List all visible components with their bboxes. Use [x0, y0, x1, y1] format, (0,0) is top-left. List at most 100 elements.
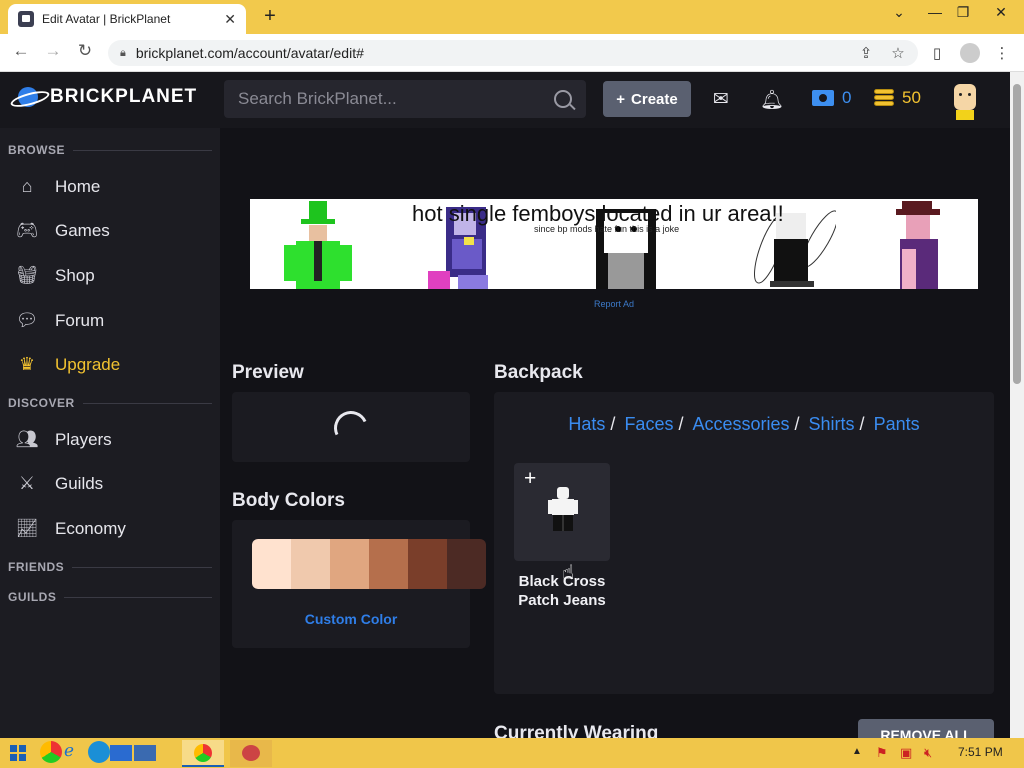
bookmark-star-icon[interactable]: ☆: [888, 44, 908, 62]
tab-accessories[interactable]: Accessories: [692, 414, 789, 435]
sidebar-item-games[interactable]: 🎮︎ Games: [14, 220, 214, 241]
bucks-icon: [812, 90, 834, 106]
lock-icon: 🔒︎: [120, 46, 126, 59]
add-item-icon[interactable]: +: [524, 467, 536, 491]
skin-swatch[interactable]: [447, 539, 486, 589]
user-avatar[interactable]: [948, 84, 982, 120]
tray-flag-icon[interactable]: ⚑: [876, 745, 888, 761]
backpack-heading: Backpack: [494, 362, 583, 383]
backpack-category-tabs: Hats / Faces / Accessories / Shirts / Pants: [494, 414, 994, 435]
taskbar-clock[interactable]: 7:51 PM: [958, 745, 1003, 759]
backpack-item-card[interactable]: +: [514, 463, 610, 561]
page-scrollbar[interactable]: [1010, 72, 1024, 738]
tab-separator: /: [859, 414, 865, 434]
create-label: Create: [631, 90, 678, 108]
side-panel-icon[interactable]: ▯: [927, 44, 947, 62]
browser-tab[interactable]: Edit Avatar | BrickPlanet ✕: [8, 4, 246, 34]
bits-balance[interactable]: 50: [874, 88, 921, 108]
recorder-taskbar-button[interactable]: [230, 740, 272, 767]
users-icon: 👥︎: [15, 429, 39, 449]
ad-character-green: [284, 201, 352, 289]
swords-icon: ⚔: [18, 473, 36, 493]
tab-search-icon[interactable]: ⌄: [884, 4, 914, 21]
share-icon[interactable]: ⇪: [856, 44, 876, 62]
browser-menu-icon[interactable]: ⋮: [992, 44, 1012, 62]
report-ad-link[interactable]: Report Ad: [594, 299, 634, 309]
tab-title: Edit Avatar | BrickPlanet: [42, 12, 171, 26]
bits-amount: 50: [902, 88, 921, 107]
notifications-bell-icon[interactable]: 🔔︎: [760, 88, 784, 112]
comments-icon: 💬︎: [15, 310, 39, 330]
browse-section-heading: BROWSE: [8, 143, 212, 157]
edge-taskbar-icon[interactable]: [88, 741, 110, 763]
guilds-section-heading: GUILDS: [8, 590, 212, 604]
tab-shirts[interactable]: Shirts: [809, 414, 855, 435]
skin-swatch[interactable]: [252, 539, 291, 589]
ad-subtext: since bp mods hate fun this is a joke: [534, 224, 680, 234]
tab-hats[interactable]: Hats: [568, 414, 605, 435]
sidebar-item-forum[interactable]: 💬︎ Forum: [14, 310, 214, 331]
chart-icon: 📈︎: [15, 518, 39, 538]
app-taskbar-icon[interactable]: [134, 745, 156, 761]
gamepad-icon: 🎮︎: [15, 220, 39, 240]
sidebar-item-guilds[interactable]: ⚔ Guilds: [14, 473, 214, 494]
explorer-taskbar-icon[interactable]: [110, 745, 132, 761]
minimize-button[interactable]: —: [920, 4, 950, 20]
new-tab-button[interactable]: +: [258, 5, 282, 28]
tray-volume-icon[interactable]: 🔇︎: [924, 745, 932, 761]
home-icon: ⌂: [21, 176, 33, 196]
sidebar-item-label: Upgrade: [55, 354, 121, 374]
sidebar-item-label: Players: [55, 429, 112, 449]
logo-text: BRICKPLANET: [50, 86, 198, 107]
profile-icon[interactable]: [960, 43, 980, 63]
bucks-balance[interactable]: 0: [812, 88, 851, 108]
item-thumbnail: [548, 487, 578, 531]
sidebar-item-home[interactable]: ⌂ Home: [14, 176, 214, 197]
sidebar-item-players[interactable]: 👥︎ Players: [14, 429, 214, 450]
plus-icon: +: [616, 90, 626, 108]
search-input[interactable]: [238, 89, 538, 109]
sidebar-item-label: Shop: [55, 265, 95, 285]
chrome-taskbar-icon[interactable]: [40, 741, 62, 763]
back-arrow-icon[interactable]: ←: [10, 41, 32, 61]
sidebar-item-shop[interactable]: 🧺︎ Shop: [14, 265, 214, 286]
skin-swatch[interactable]: [330, 539, 369, 589]
tab-faces[interactable]: Faces: [624, 414, 673, 435]
create-button[interactable]: + Create: [603, 81, 691, 117]
friends-section-heading: FRIENDS: [8, 560, 212, 574]
close-window-button[interactable]: ✕: [986, 4, 1016, 21]
windows-start-icon[interactable]: [10, 745, 26, 761]
guilds-label: GUILDS: [8, 590, 57, 604]
brickplanet-logo[interactable]: BRICKPLANET: [10, 86, 197, 108]
restore-button[interactable]: ❐: [948, 4, 978, 21]
tray-expand-icon[interactable]: ▲: [852, 746, 862, 757]
address-bar[interactable]: 🔒︎ brickplanet.com/account/avatar/edit#: [108, 40, 918, 66]
sidebar-item-upgrade[interactable]: ♛ Upgrade: [14, 354, 214, 375]
skin-swatch[interactable]: [408, 539, 447, 589]
tab-close-icon[interactable]: ✕: [224, 11, 236, 28]
reload-icon[interactable]: ↻: [74, 41, 96, 61]
url-text: brickplanet.com/account/avatar/edit#: [135, 45, 364, 61]
ad-banner[interactable]: hot single femboys located in ur area!! …: [250, 199, 978, 289]
bucks-amount: 0: [842, 88, 852, 107]
discover-label: DISCOVER: [8, 396, 75, 410]
tray-network-icon[interactable]: ▣: [900, 745, 912, 761]
scrollbar-thumb[interactable]: [1013, 84, 1021, 384]
basket-icon: 🧺︎: [15, 265, 39, 285]
tab-separator: /: [610, 414, 616, 434]
custom-color-link[interactable]: Custom Color: [232, 611, 470, 627]
forward-arrow-icon[interactable]: →: [42, 41, 64, 61]
tab-pants[interactable]: Pants: [874, 414, 920, 435]
coins-icon: [874, 89, 894, 107]
sidebar-item-label: Home: [55, 176, 101, 196]
search-icon[interactable]: [554, 90, 572, 108]
search-box[interactable]: [224, 80, 586, 118]
sidebar-item-economy[interactable]: 📈︎ Economy: [14, 518, 214, 539]
skin-swatch[interactable]: [369, 539, 408, 589]
chrome-active-taskbar-button[interactable]: [182, 740, 224, 767]
ie-taskbar-icon[interactable]: ℯ: [64, 741, 86, 763]
messages-envelope-icon[interactable]: ✉: [709, 88, 733, 111]
skin-swatch[interactable]: [291, 539, 330, 589]
sidebar-item-label: Economy: [55, 518, 126, 538]
body-colors-heading: Body Colors: [232, 490, 345, 511]
